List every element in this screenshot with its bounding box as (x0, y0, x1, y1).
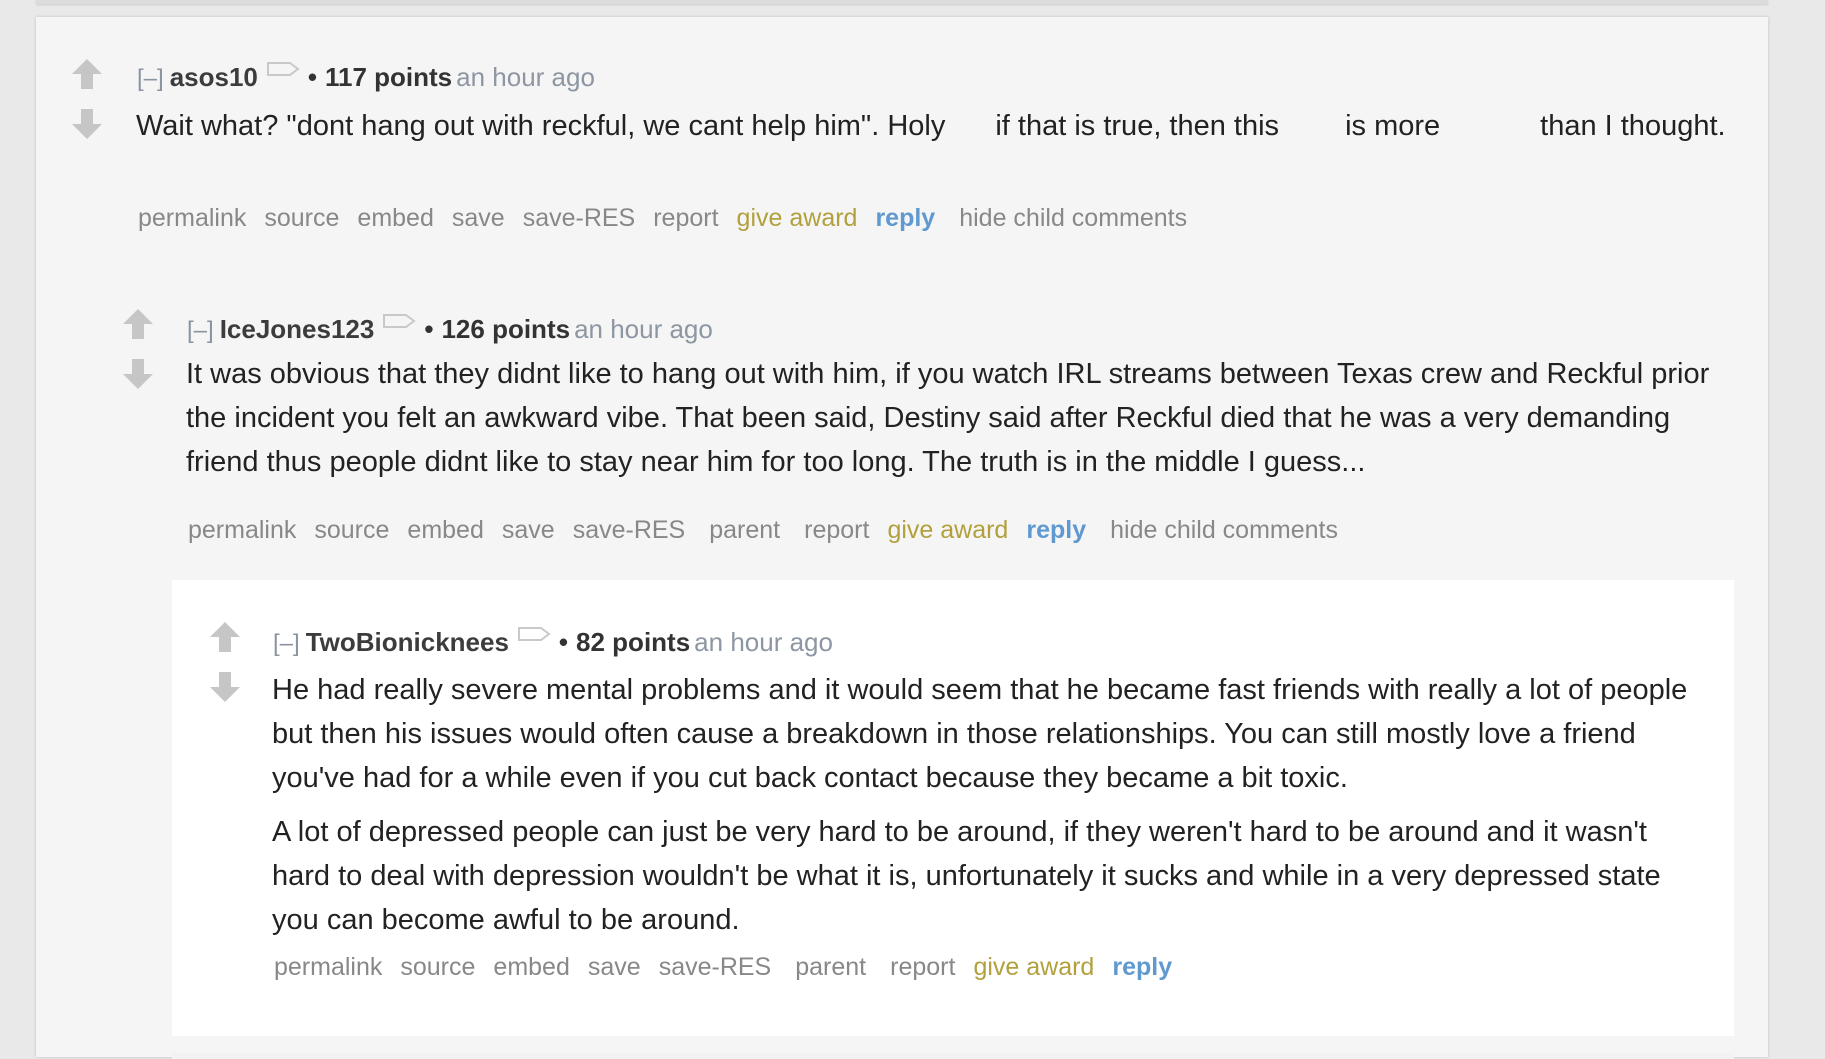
collapse-toggle[interactable]: [–] (273, 630, 300, 657)
embed-link[interactable]: embed (357, 202, 433, 234)
comment-thread: [–] asos10 • 117 points an hour ago Wait wha… (36, 17, 1768, 1059)
vote-controls (208, 620, 242, 704)
comment-body: He had really severe mental problems and… (272, 668, 1712, 952)
flair-tag-icon[interactable] (266, 60, 300, 78)
score: 117 points (324, 62, 453, 92)
comment-body: It was obvious that they didnt like to h… (186, 352, 1716, 494)
author-name[interactable]: IceJones123 (220, 314, 375, 344)
comment-paragraph: He had really severe mental problems and… (272, 674, 1688, 794)
comment-icejones123: [–] IceJones123 • 126 points an hour ago It … (36, 257, 1768, 557)
downvote-arrow-icon[interactable] (70, 107, 104, 141)
author-name[interactable]: asos10 (170, 62, 258, 92)
next-comment-edge (172, 1053, 1734, 1059)
give-award-link[interactable]: give award (973, 951, 1094, 983)
comment-text: than I thought. (1540, 110, 1726, 142)
comment-text: if that is true, then this (995, 110, 1280, 142)
flair-tag-icon[interactable] (382, 312, 417, 330)
comment-text: Wait what? "dont hang out with reckful, … (136, 110, 946, 142)
give-award-link[interactable]: give award (887, 514, 1008, 546)
downvote-arrow-icon[interactable] (121, 357, 155, 391)
author-name[interactable]: TwoBionicknees (306, 627, 509, 657)
score: 126 points (441, 314, 571, 344)
collapse-toggle[interactable]: [–] (137, 65, 164, 92)
embed-link[interactable]: embed (493, 951, 569, 983)
comment-body: Wait what? "dont hang out with reckful, … (136, 104, 1736, 148)
save-res-link[interactable]: save-RES (573, 514, 686, 546)
timestamp[interactable]: an hour ago (574, 314, 713, 344)
vote-controls (70, 57, 104, 141)
previous-thread-edge (36, 0, 1768, 4)
source-link[interactable]: source (314, 514, 389, 546)
report-link[interactable]: report (653, 202, 718, 234)
separator-bullet: • (307, 62, 317, 92)
save-link[interactable]: save (588, 951, 641, 983)
reply-link[interactable]: reply (875, 202, 935, 234)
timestamp[interactable]: an hour ago (456, 62, 595, 92)
save-link[interactable]: save (502, 514, 555, 546)
comment-actions: permalink source embed save save-RES report gi… (138, 202, 1205, 234)
collapse-toggle[interactable]: [–] (187, 317, 214, 344)
permalink-link[interactable]: permalink (188, 514, 296, 546)
reply-link[interactable]: reply (1112, 951, 1172, 983)
comment-header: [–] IceJones123 • 126 points an hour ago (187, 312, 713, 347)
comment-text: is more (1345, 110, 1441, 142)
comment-actions: permalink source embed save save-RES parent re… (188, 514, 1356, 546)
parent-link[interactable]: parent (795, 951, 866, 983)
source-link[interactable]: source (264, 202, 339, 234)
hide-child-comments-link[interactable]: hide child comments (959, 202, 1187, 234)
permalink-link[interactable]: permalink (274, 951, 382, 983)
permalink-link[interactable]: permalink (138, 202, 246, 234)
flair-tag-icon[interactable] (517, 625, 551, 643)
comment-asos10: [–] asos10 • 117 points an hour ago Wait wha… (36, 17, 1768, 247)
separator-bullet: • (424, 314, 434, 344)
vote-controls (121, 307, 155, 391)
comment-header: [–] asos10 • 117 points an hour ago (137, 60, 595, 95)
give-award-link[interactable]: give award (737, 202, 858, 234)
report-link[interactable]: report (804, 514, 869, 546)
reply-link[interactable]: reply (1026, 514, 1086, 546)
save-link[interactable]: save (452, 202, 505, 234)
comment-paragraph: A lot of depressed people can just be ve… (272, 816, 1661, 936)
save-res-link[interactable]: save-RES (523, 202, 636, 234)
parent-link[interactable]: parent (709, 514, 780, 546)
comment-twobionicknees: [–] TwoBionicknees • 82 points an hour ago H… (172, 580, 1734, 1036)
comment-actions: permalink source embed save save-RES parent re… (274, 951, 1190, 983)
save-res-link[interactable]: save-RES (659, 951, 772, 983)
score: 82 points (576, 627, 691, 657)
downvote-arrow-icon[interactable] (208, 670, 242, 704)
comment-paragraph: It was obvious that they didnt like to h… (186, 358, 1710, 478)
separator-bullet: • (558, 627, 569, 657)
report-link[interactable]: report (890, 951, 955, 983)
upvote-arrow-icon[interactable] (121, 307, 155, 341)
upvote-arrow-icon[interactable] (208, 620, 242, 654)
embed-link[interactable]: embed (407, 514, 483, 546)
timestamp[interactable]: an hour ago (694, 627, 833, 657)
comment-header: [–] TwoBionicknees • 82 points an hour ago (273, 625, 833, 660)
upvote-arrow-icon[interactable] (70, 57, 104, 91)
hide-child-comments-link[interactable]: hide child comments (1110, 514, 1338, 546)
nested-comment-container: [–] TwoBionicknees • 82 points an hour ago H… (172, 580, 1734, 1036)
source-link[interactable]: source (400, 951, 475, 983)
